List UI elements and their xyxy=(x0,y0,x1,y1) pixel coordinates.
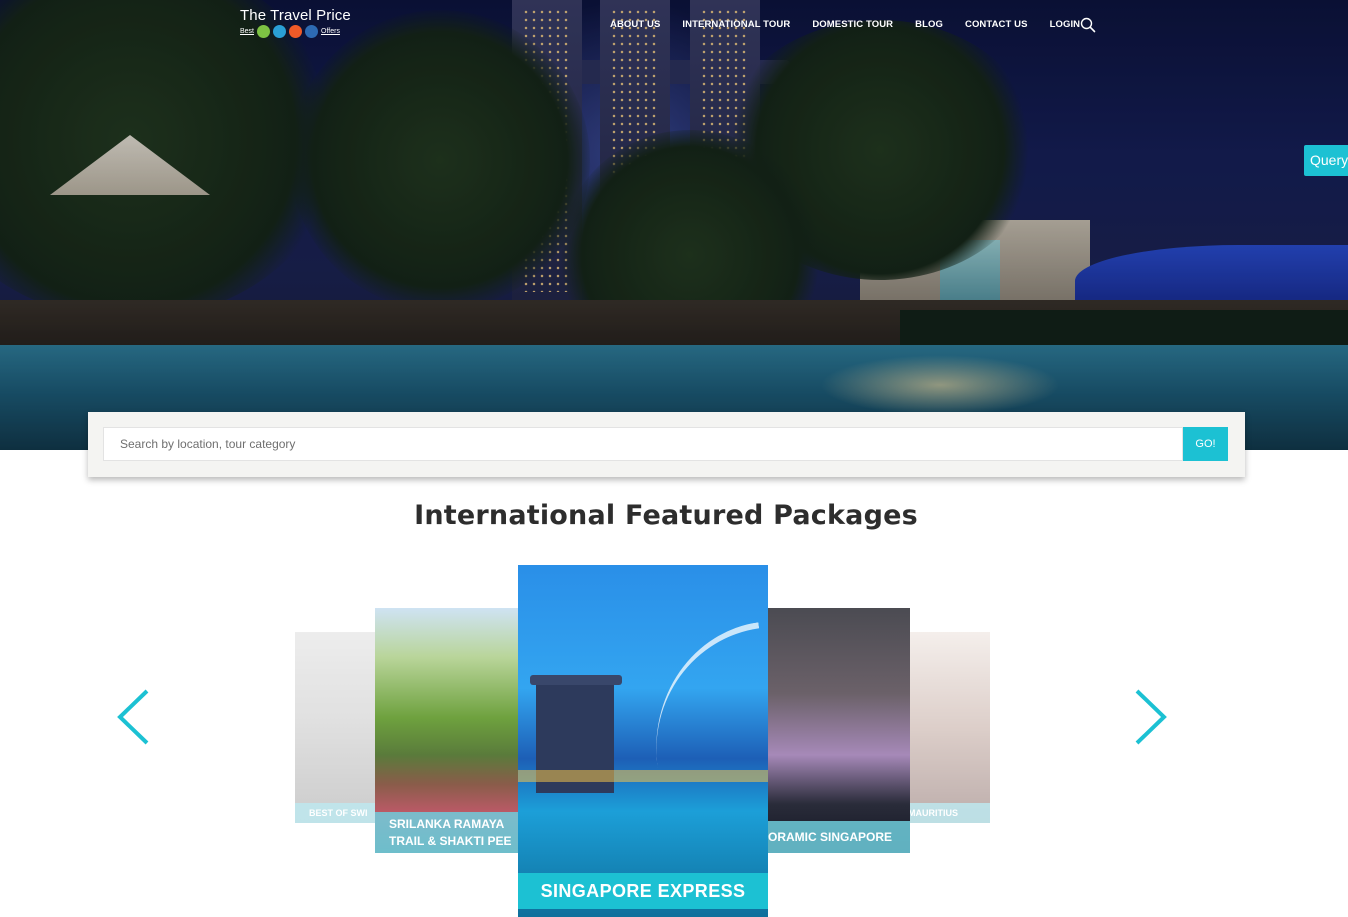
nav-domestic-tour[interactable]: DOMESTIC TOUR xyxy=(812,19,893,30)
search-input[interactable] xyxy=(103,427,1183,461)
logo-tagline-left: Best xyxy=(240,28,255,35)
nav-about-us[interactable]: ABOUT US xyxy=(610,19,660,30)
go-button[interactable]: GO! xyxy=(1183,427,1228,461)
logo-tagline-right: Offers xyxy=(321,28,340,35)
nav-international-tour[interactable]: INTERNATIONAL TOUR xyxy=(682,19,790,30)
package-label: ORAMIC SINGAPORE xyxy=(760,821,910,853)
package-label: SINGAPORE EXPRESS xyxy=(518,873,768,909)
logo-tagline: Best Offers xyxy=(240,25,351,38)
package-card[interactable]: SRILANKA RAMAYA TRAIL & SHAKTI PEE xyxy=(375,608,525,853)
nav-contact-us[interactable]: CONTACT US xyxy=(965,19,1028,30)
site-logo[interactable]: The Travel Price Best Offers xyxy=(240,7,351,38)
section-title: International Featured Packages xyxy=(414,500,918,531)
query-tab-button[interactable]: Query xyxy=(1304,145,1348,176)
main-nav: ABOUT US INTERNATIONAL TOUR DOMESTIC TOU… xyxy=(610,17,1102,33)
bus-icon xyxy=(273,25,287,38)
logo-title: The Travel Price xyxy=(240,7,351,24)
flight-icon xyxy=(289,25,303,38)
hotel-icon xyxy=(257,25,271,38)
package-image-waterline xyxy=(518,770,768,782)
nav-login[interactable]: LOGIN xyxy=(1050,19,1081,30)
chevron-right-icon[interactable] xyxy=(1134,688,1170,746)
package-card[interactable]: ORAMIC SINGAPORE xyxy=(760,608,910,853)
chevron-left-icon[interactable] xyxy=(114,688,150,746)
car-icon xyxy=(305,25,319,38)
hero-shade xyxy=(0,0,1348,450)
package-label: SRILANKA RAMAYA TRAIL & SHAKTI PEE xyxy=(375,812,525,853)
package-card-active[interactable]: SINGAPORE EXPRESS xyxy=(518,565,768,917)
package-image xyxy=(760,608,910,853)
search-icon[interactable] xyxy=(1080,17,1096,33)
package-image xyxy=(518,565,768,917)
package-image-fountain xyxy=(639,622,768,768)
hero-banner xyxy=(0,0,1348,450)
nav-blog[interactable]: BLOG xyxy=(915,19,943,30)
search-panel: GO! xyxy=(88,412,1245,477)
